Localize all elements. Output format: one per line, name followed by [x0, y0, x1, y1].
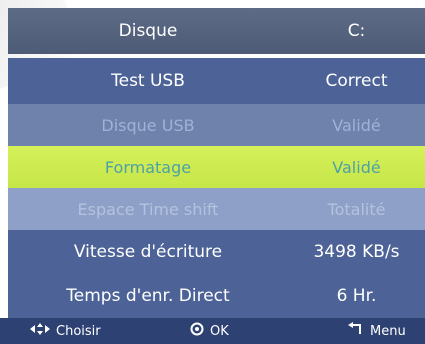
arrows-icon	[30, 323, 50, 339]
menu-item-value: Correct	[325, 71, 388, 91]
disk-header-label: Disque	[118, 21, 178, 41]
hint-ok: OK	[190, 318, 229, 344]
hint-menu: Menu	[348, 318, 406, 344]
hint-choose-label: Choisir	[56, 323, 101, 339]
footer-hint-bar: Choisir OK Menu	[0, 318, 425, 344]
menu-item-label: Formatage	[104, 157, 192, 177]
hint-ok-label: OK	[210, 323, 229, 339]
hint-menu-label: Menu	[370, 323, 406, 339]
menu-item-label: Espace Time shift	[77, 199, 219, 219]
usb-disk-settings-screen: Disque C: Test USB Correct Disque USB Va…	[0, 0, 425, 344]
menu-item-label: Temps d'enr. Direct	[66, 286, 230, 306]
ok-circle-icon	[190, 322, 204, 340]
menu-item-formatage-selected[interactable]: Formatage Validé	[8, 146, 425, 188]
menu-item-temps-enr-direct[interactable]: Temps d'enr. Direct 6 Hr.	[8, 274, 425, 318]
menu-item-label: Test USB	[111, 71, 185, 91]
menu-item-value: Validé	[332, 115, 381, 135]
menu-item-value: Totalité	[327, 199, 386, 219]
return-arrow-icon	[348, 322, 364, 340]
menu-item-label: Vitesse d'écriture	[73, 242, 223, 262]
menu-item-vitesse-ecriture[interactable]: Vitesse d'écriture 3498 KB/s	[8, 230, 425, 274]
menu-item-espace-time-shift[interactable]: Espace Time shift Totalité	[8, 188, 425, 230]
menu-item-label: Disque USB	[101, 115, 195, 135]
menu-item-value: 3498 KB/s	[313, 242, 400, 262]
disk-header-value: C:	[347, 21, 366, 41]
menu-item-value: 6 Hr.	[336, 286, 377, 306]
menu-item-disque-usb[interactable]: Disque USB Validé	[8, 104, 425, 146]
menu-item-value: Validé	[332, 157, 381, 177]
menu-item-test-usb[interactable]: Test USB Correct	[8, 58, 425, 104]
disk-header-row: Disque C:	[8, 8, 425, 54]
hint-choose: Choisir	[30, 318, 101, 344]
